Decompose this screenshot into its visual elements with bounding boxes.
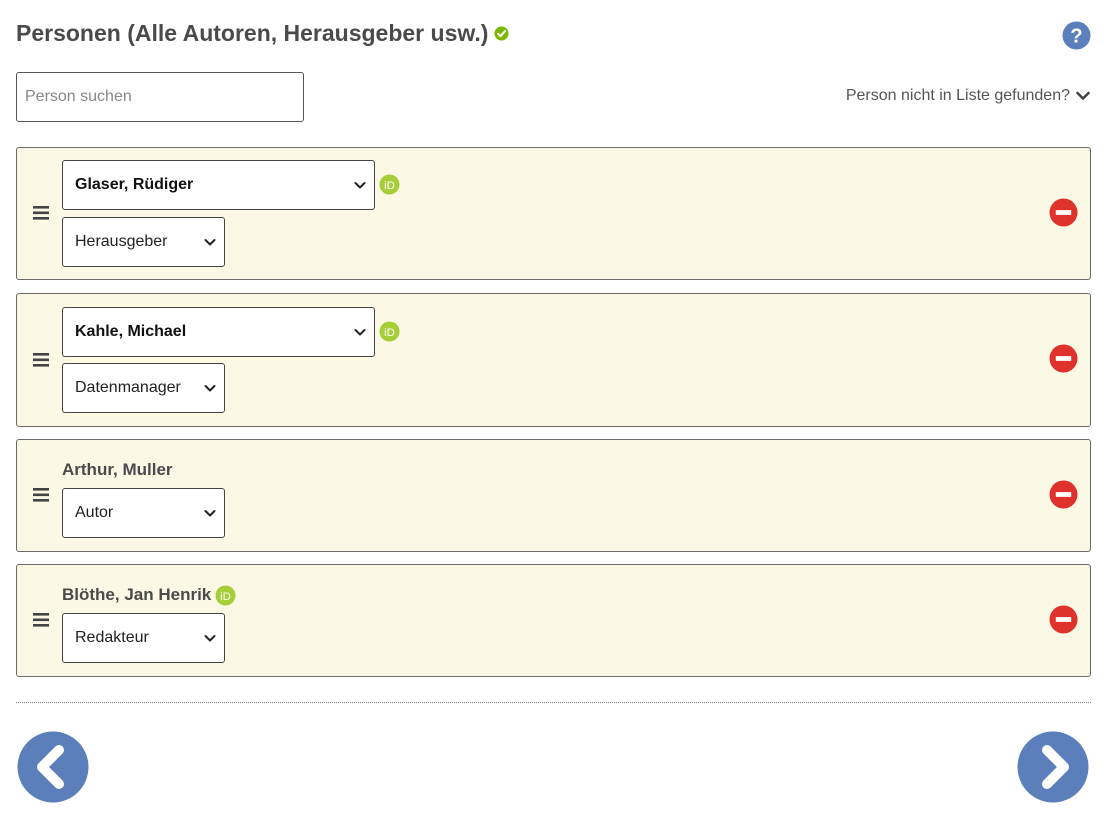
svg-text:iD: iD bbox=[384, 180, 395, 192]
person-name-value: Kahle, Michael bbox=[75, 323, 187, 340]
remove-person-button[interactable] bbox=[1049, 605, 1078, 634]
drag-handle-icon[interactable] bbox=[33, 488, 49, 502]
chevron-down-icon bbox=[204, 237, 216, 247]
person-role-value: Datenmanager bbox=[75, 379, 181, 396]
help-icon[interactable]: ? bbox=[1062, 21, 1091, 50]
chevron-down-icon bbox=[204, 383, 216, 393]
person-role-value: Autor bbox=[75, 504, 114, 521]
person-role-select[interactable]: Herausgeber bbox=[62, 217, 225, 267]
person-name-value: Glaser, Rüdiger bbox=[75, 176, 194, 193]
back-button[interactable] bbox=[17, 731, 89, 803]
person-name-text: Arthur, Muller bbox=[62, 460, 173, 479]
person-role-value: Redakteur bbox=[75, 629, 149, 646]
person-search-input[interactable] bbox=[16, 72, 304, 122]
remove-person-button[interactable] bbox=[1049, 198, 1078, 227]
person-card: Arthur, Muller Autor bbox=[16, 439, 1091, 552]
divider bbox=[16, 702, 1091, 703]
chevron-right-icon bbox=[1017, 731, 1089, 803]
person-role-select[interactable]: Redakteur bbox=[62, 613, 225, 663]
orcid-icon[interactable]: iD bbox=[379, 321, 400, 342]
page-title-text: Personen (Alle Autoren, Herausgeber usw.… bbox=[16, 20, 489, 46]
person-card: Glaser, Rüdiger iD Herausgeber bbox=[16, 147, 1091, 280]
person-role-select[interactable]: Datenmanager bbox=[62, 363, 225, 413]
person-role-value: Herausgeber bbox=[75, 233, 168, 250]
svg-text:?: ? bbox=[1070, 25, 1082, 47]
remove-person-button[interactable] bbox=[1049, 344, 1078, 373]
person-card: Kahle, Michael iD Datenmanager bbox=[16, 293, 1091, 427]
svg-text:iD: iD bbox=[220, 590, 231, 602]
person-role-select[interactable]: Autor bbox=[62, 488, 225, 538]
drag-handle-icon[interactable] bbox=[33, 206, 49, 220]
person-name-label: Arthur, Muller bbox=[62, 459, 173, 481]
chevron-left-icon bbox=[17, 731, 89, 803]
person-card: Blöthe, Jan Henrik iD Redakteur bbox=[16, 564, 1091, 677]
orcid-icon[interactable]: iD bbox=[215, 584, 236, 606]
chevron-down-icon bbox=[1076, 91, 1090, 101]
page-title: Personen (Alle Autoren, Herausgeber usw.… bbox=[16, 18, 509, 48]
chevron-down-icon bbox=[204, 633, 216, 643]
chevron-down-icon bbox=[354, 180, 366, 190]
drag-handle-icon[interactable] bbox=[33, 353, 49, 367]
chevron-down-icon bbox=[354, 327, 366, 337]
chevron-down-icon bbox=[204, 508, 216, 518]
svg-text:iD: iD bbox=[384, 327, 395, 339]
next-button[interactable] bbox=[1017, 731, 1089, 803]
person-not-found-label: Person nicht in Liste gefunden? bbox=[845, 87, 1070, 104]
person-name-select[interactable]: Kahle, Michael bbox=[62, 307, 375, 357]
person-not-found-toggle[interactable]: Person nicht in Liste gefunden? bbox=[846, 86, 1090, 106]
person-name-select[interactable]: Glaser, Rüdiger bbox=[62, 160, 375, 210]
person-name-text: Blöthe, Jan Henrik bbox=[62, 585, 212, 604]
check-circle-icon bbox=[494, 25, 509, 41]
remove-person-button[interactable] bbox=[1049, 480, 1078, 509]
drag-handle-icon[interactable] bbox=[33, 613, 49, 627]
orcid-icon[interactable]: iD bbox=[379, 174, 400, 195]
person-name-label: Blöthe, Jan Henrik iD bbox=[62, 584, 236, 606]
